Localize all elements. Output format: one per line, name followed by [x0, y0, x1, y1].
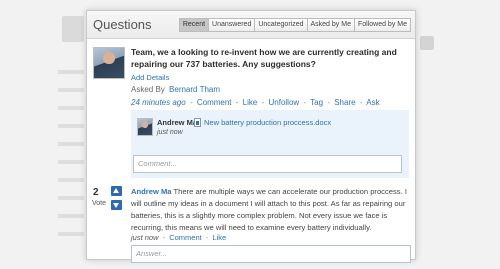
question-text: Team, we a looking to re-invent how we a…: [131, 47, 397, 69]
add-details-link[interactable]: Add Details: [131, 73, 169, 82]
answer-actions: just now - Comment - Like: [131, 233, 227, 242]
commenter-name[interactable]: Andrew Ma: [157, 118, 197, 127]
question-timestamp: 24 minutes ago: [131, 98, 186, 107]
vote-label: Vote: [92, 200, 107, 207]
asked-by: Asked By Bernard Tham: [131, 85, 220, 94]
arrow-down-icon[interactable]: [111, 200, 122, 210]
answer-like-link[interactable]: Like: [212, 233, 226, 242]
asked-by-label: Asked By: [131, 85, 165, 94]
tab-asked-by-me[interactable]: Asked by Me: [307, 18, 355, 32]
commenter-avatar[interactable]: [137, 118, 153, 136]
background-user-icon: [420, 36, 434, 50]
answer: Andrew Ma There are multiple ways we can …: [131, 186, 413, 234]
word-document-icon: [194, 118, 201, 127]
arrow-up-icon[interactable]: [111, 186, 122, 196]
filter-tabs: Recent Unanswered Uncategorized Asked by…: [178, 18, 411, 32]
vote-count: 2: [93, 187, 99, 198]
question-actions: 24 minutes ago - Comment - Like - Unfoll…: [131, 98, 380, 107]
questions-panel: Questions Recent Unanswered Uncategorize…: [86, 10, 416, 263]
tag-link[interactable]: Tag: [310, 98, 323, 107]
panel-title: Questions: [93, 17, 152, 32]
background-sidebar: [58, 70, 84, 250]
share-link[interactable]: Share: [334, 98, 355, 107]
attachment-link[interactable]: New battery production proccess.docx: [204, 118, 331, 127]
tab-uncategorized[interactable]: Uncategorized: [255, 18, 308, 32]
vote-widget: 2 Vote: [91, 186, 122, 216]
comment-block: Andrew Ma New battery production procces…: [131, 110, 409, 178]
tab-unanswered[interactable]: Unanswered: [209, 18, 256, 32]
tab-recent[interactable]: Recent: [178, 18, 210, 32]
comment-input[interactable]: Comment...: [133, 155, 402, 173]
asker-avatar[interactable]: [93, 47, 125, 79]
panel-header: Questions Recent Unanswered Uncategorize…: [87, 11, 415, 39]
comment-link[interactable]: Comment: [197, 98, 232, 107]
background-avatar: [62, 16, 84, 42]
asker-name-link[interactable]: Bernard Tham: [169, 85, 220, 94]
comment-timestamp: just now: [157, 129, 183, 136]
answer-input[interactable]: Answer...: [131, 245, 411, 263]
answer-author[interactable]: Andrew Ma: [131, 187, 172, 196]
unfollow-link[interactable]: Unfollow: [269, 98, 300, 107]
ask-link[interactable]: Ask: [366, 98, 379, 107]
answer-comment-link[interactable]: Comment: [169, 233, 202, 242]
tab-followed-by-me[interactable]: Followed by Me: [354, 18, 411, 32]
like-link[interactable]: Like: [243, 98, 258, 107]
answer-text: There are multiple ways we can accelerat…: [131, 187, 407, 232]
answer-timestamp: just now: [131, 233, 159, 242]
